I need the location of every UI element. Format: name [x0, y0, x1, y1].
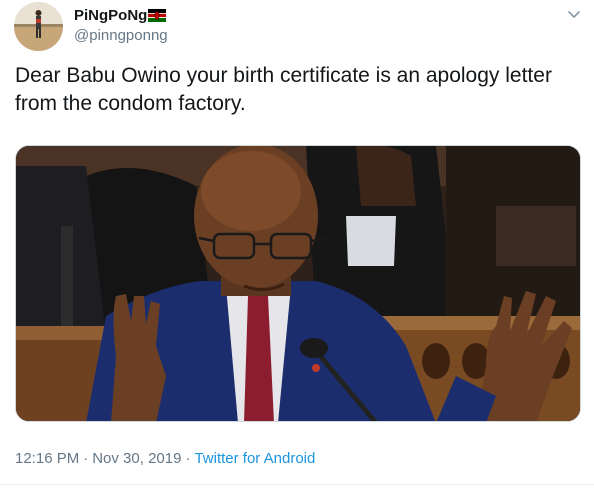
tweet-time[interactable]: 12:16 PM [15, 450, 79, 467]
chevron-down-icon[interactable] [566, 6, 582, 22]
separator-dot: · [185, 450, 191, 467]
kenya-flag-icon [148, 9, 166, 22]
divider [0, 484, 594, 485]
user-handle[interactable]: @pinngponng [74, 27, 168, 45]
tweet-date[interactable]: Nov 30, 2019 [92, 450, 181, 467]
tweet-text: Dear Babu Owino your birth certificate i… [15, 64, 552, 115]
tweet-photo[interactable] [15, 145, 581, 422]
avatar[interactable] [14, 2, 63, 51]
tweet-source-link[interactable]: Twitter for Android [194, 450, 315, 467]
separator-dot: · [83, 450, 89, 467]
tweet-card: PiNgPoNg @pinngponng Dear Babu Owino you… [0, 0, 594, 488]
display-name[interactable]: PiNgPoNg [74, 7, 147, 25]
tweet-metadata: 12:16 PM · Nov 30, 2019 · Twitter for Androi… [15, 450, 315, 468]
